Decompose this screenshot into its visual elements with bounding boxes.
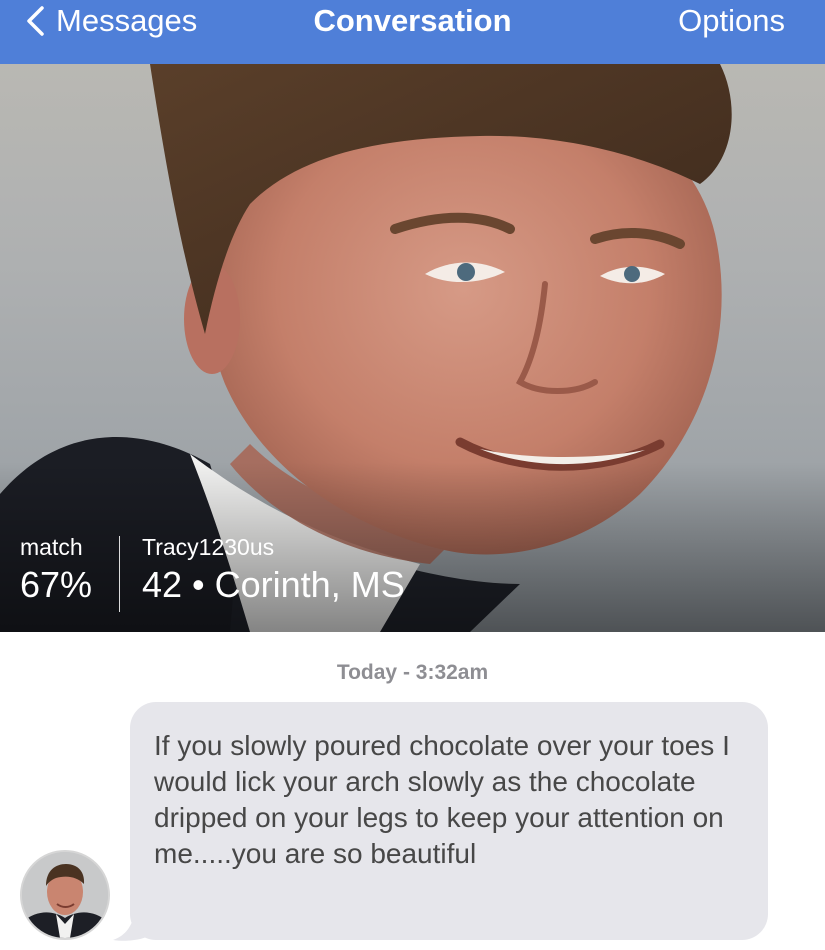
match-score: match 67% <box>20 532 110 608</box>
match-label: match <box>20 534 83 560</box>
back-button-label: Messages <box>56 3 198 38</box>
username: Tracy1230us <box>142 534 275 560</box>
age-location: 42 • Corinth, MS <box>142 564 405 605</box>
match-percentage: 67% <box>20 564 93 605</box>
avatar-portrait <box>22 852 108 938</box>
info-divider <box>119 536 120 612</box>
message-row: If you slowly poured chocolate over your… <box>0 700 825 950</box>
user-summary: Tracy1230us 42 • Corinth, MS <box>142 532 405 608</box>
profile-info: match 67% Tracy1230us 42 • Corinth, MS <box>0 532 825 622</box>
message-timestamp: Today - 3:32am <box>336 661 489 684</box>
options-button[interactable]: Options <box>678 0 785 42</box>
chevron-left-icon <box>27 6 44 36</box>
message-bubble[interactable]: If you slowly poured chocolate over your… <box>130 702 768 940</box>
back-button[interactable]: Messages <box>22 0 197 42</box>
sender-avatar[interactable] <box>20 850 110 940</box>
nav-bar: Messages Conversation Options <box>0 0 825 64</box>
message-text: If you slowly poured chocolate over your… <box>154 730 730 869</box>
